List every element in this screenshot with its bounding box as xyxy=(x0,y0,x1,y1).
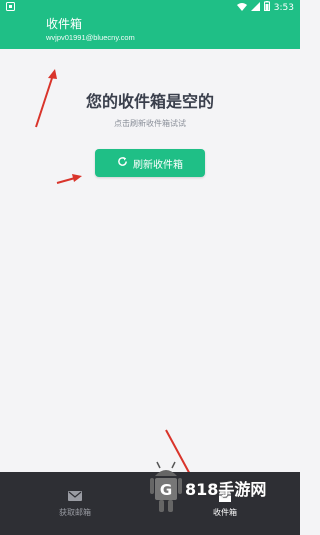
annotation-arrow-email xyxy=(35,69,57,128)
android-g-logo: G xyxy=(150,456,182,520)
status-time: 3:53 xyxy=(273,2,294,13)
battery-icon xyxy=(263,1,270,14)
status-bar: 3:53 xyxy=(0,0,300,15)
account-email[interactable]: wvjpv01991@bluecny.com xyxy=(46,33,300,43)
watermark: G 818手游网 xyxy=(150,448,266,528)
notification-icon xyxy=(6,1,15,14)
refresh-button-label: 刷新收件箱 xyxy=(133,159,183,171)
page-title: 收件箱 xyxy=(46,17,83,31)
refresh-icon xyxy=(117,156,128,170)
mail-icon xyxy=(68,490,82,504)
refresh-inbox-button[interactable]: 刷新收件箱 xyxy=(95,149,205,177)
svg-text:G: G xyxy=(160,481,172,499)
nav-label: 获取邮箱 xyxy=(59,507,91,517)
signal-icon xyxy=(250,1,260,14)
watermark-text: 818手游网 xyxy=(185,480,267,499)
annotation-arrow-refresh xyxy=(56,174,82,184)
app-bar: 收件箱 wvjpv01991@bluecny.com xyxy=(0,15,300,49)
nav-item-get-mailbox[interactable]: 获取邮箱 xyxy=(0,472,150,535)
wifi-icon xyxy=(236,2,247,14)
